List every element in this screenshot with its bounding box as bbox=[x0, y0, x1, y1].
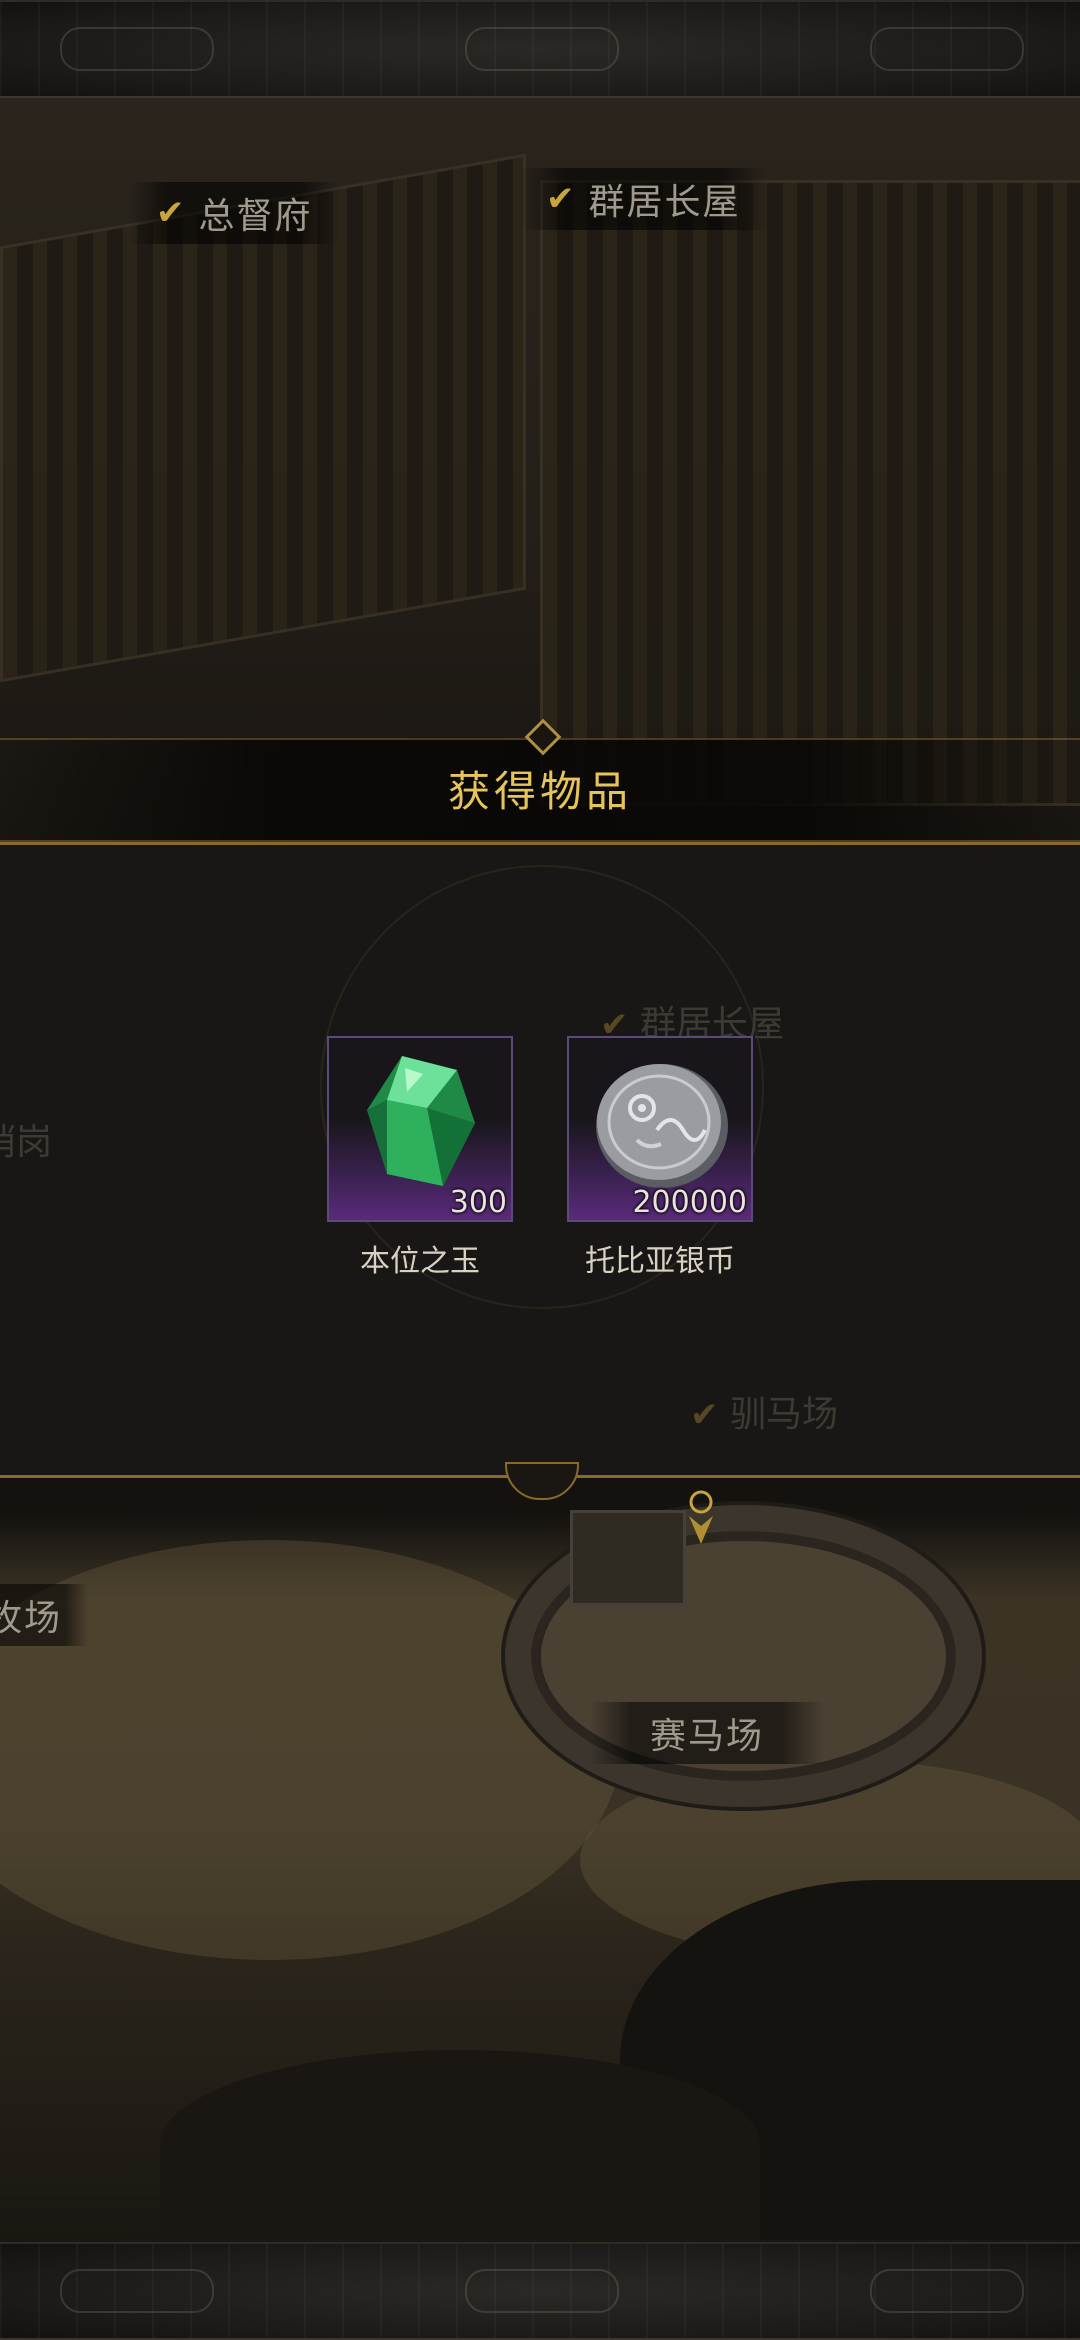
faded-map-label: 哨岗 bbox=[0, 1113, 52, 1165]
top-ornate-frame bbox=[0, 0, 1080, 98]
map-label-pasture[interactable]: 牧场 bbox=[0, 1584, 89, 1646]
faded-map-label: ✔ 驯马场 bbox=[690, 1385, 838, 1437]
map-label-text: 牧场 bbox=[0, 1598, 63, 1639]
reward-panel[interactable]: ✔ 群居长屋 哨岗 ✔ 驯马场 bbox=[0, 842, 1080, 1478]
map-label-text: 总督府 bbox=[198, 196, 313, 237]
map-label-text: 赛马场 bbox=[650, 1716, 765, 1757]
frame-ornament bbox=[465, 27, 619, 71]
bottom-ornate-frame bbox=[0, 2242, 1080, 2340]
check-icon: ✔ bbox=[156, 193, 187, 233]
frame-ornament bbox=[60, 27, 214, 71]
map-label-governor-mansion[interactable]: ✔ 总督府 bbox=[130, 182, 339, 244]
location-marker-icon[interactable] bbox=[686, 1490, 716, 1550]
faded-map-label-text: 驯马场 bbox=[729, 1394, 838, 1435]
longhouse-building[interactable] bbox=[540, 180, 1080, 806]
dialog-title: 获得物品 bbox=[447, 766, 632, 816]
map-label-longhouse[interactable]: ✔ 群居长屋 bbox=[520, 168, 767, 230]
reward-item-coin[interactable]: 200000 bbox=[567, 1036, 753, 1222]
check-icon: ✔ bbox=[690, 1395, 719, 1435]
silver-coin-icon bbox=[596, 1064, 728, 1188]
map-label-text: 群居长屋 bbox=[588, 182, 741, 223]
frame-ornament bbox=[870, 27, 1024, 71]
map-label-racecourse[interactable]: 赛马场 bbox=[590, 1702, 825, 1764]
frame-ornament bbox=[870, 2269, 1024, 2313]
frame-ornament bbox=[60, 2269, 214, 2313]
check-icon: ✔ bbox=[546, 179, 577, 219]
reward-item-gem[interactable]: 300 bbox=[327, 1036, 513, 1222]
green-gem-icon bbox=[367, 1056, 475, 1186]
game-screen: ✔ 总督府 ✔ 群居长屋 牧场 赛马场 获得物品 ✔ 群居长屋 哨岗 ✔ 驯马场 bbox=[0, 0, 1080, 2340]
faded-map-label-text: 哨岗 bbox=[0, 1122, 53, 1163]
frame-ornament bbox=[465, 2269, 619, 2313]
item-name: 托比亚银币 bbox=[585, 1244, 735, 1279]
dark-hill bbox=[160, 2050, 760, 2240]
item-name: 本位之玉 bbox=[360, 1244, 480, 1279]
item-quantity: 200000 bbox=[632, 1185, 747, 1220]
item-quantity: 300 bbox=[449, 1185, 507, 1220]
arena-gatehouse bbox=[570, 1510, 686, 1606]
